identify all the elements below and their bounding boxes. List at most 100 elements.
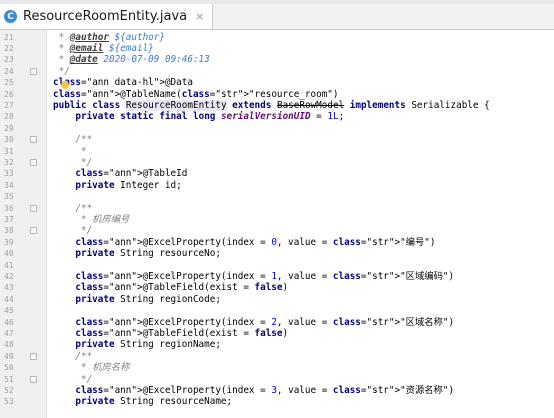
code-text: private String resourceNo; [75, 248, 221, 260]
line-number: 49 [4, 351, 14, 361]
code-line[interactable]: 42 class="ann">@ExcelProperty(index = 1,… [0, 271, 554, 283]
code-line[interactable]: 33 class="ann">@TableId [0, 168, 554, 180]
code-text: */ [53, 373, 93, 385]
line-number: 31 [4, 146, 14, 156]
code-line[interactable]: 44 private String regionCode; [0, 294, 554, 306]
line-number: 44 [4, 294, 14, 304]
code-line[interactable]: 43 class="ann">@TableField(exist = false… [0, 282, 554, 294]
java-class-icon: C [4, 10, 17, 23]
editor-tab-bar: C ResourceRoomEntity.java × [0, 4, 554, 30]
code-text: public class ResourceRoomEntity extends … [53, 99, 490, 111]
tab-resource-room-entity[interactable]: C ResourceRoomEntity.java × [0, 4, 214, 29]
fold-toggle-icon[interactable] [30, 204, 37, 212]
line-number: 28 [4, 112, 14, 122]
code-line[interactable]: 41 [0, 260, 554, 272]
fold-toggle-icon[interactable] [30, 352, 37, 360]
line-number: 42 [4, 271, 14, 281]
code-line[interactable]: 22 * @email ${email} [0, 43, 554, 55]
code-line[interactable]: 52 class="ann">@ExcelProperty(index = 3,… [0, 385, 554, 397]
code-line[interactable]: 23 * @date 2020-07-09 09:46:13 [0, 54, 554, 66]
line-number: 25 [4, 78, 14, 88]
code-text: */ [53, 156, 93, 168]
line-number: 33 [4, 169, 14, 179]
code-text: private String resourceName; [75, 396, 233, 408]
line-number: 39 [4, 237, 14, 247]
code-text: private String regionName; [75, 339, 221, 351]
code-line[interactable]: 50 * 机房名称 [0, 362, 554, 374]
code-line[interactable]: 40 private String resourceNo; [0, 248, 554, 260]
code-line[interactable]: 35 [0, 191, 554, 203]
line-number: 53 [4, 397, 14, 407]
code-line[interactable]: 29 [0, 123, 554, 135]
line-number: 24 [4, 66, 14, 76]
code-text: class="ann">@ExcelProperty(index = 3, va… [75, 384, 455, 396]
code-text: /** [53, 350, 93, 362]
code-line[interactable]: 49 /** [0, 351, 554, 363]
fold-toggle-icon[interactable] [30, 158, 37, 166]
line-number: 21 [4, 32, 14, 42]
fold-toggle-icon[interactable] [30, 67, 37, 75]
code-line[interactable]: 38 */ [0, 225, 554, 237]
line-number: 32 [4, 157, 14, 167]
line-number: 36 [4, 203, 14, 213]
code-line[interactable]: 31 * [0, 146, 554, 158]
code-text: */ [53, 65, 70, 77]
code-text: * @author ${author} [53, 31, 165, 43]
code-line[interactable]: 30 /** [0, 134, 554, 146]
code-line[interactable]: 39 class="ann">@ExcelProperty(index = 0,… [0, 237, 554, 249]
code-text: /** [53, 134, 93, 146]
code-text: * [53, 145, 87, 157]
line-number: 47 [4, 328, 14, 338]
line-number: 50 [4, 363, 14, 373]
close-icon[interactable]: × [195, 10, 204, 23]
code-line[interactable]: 37 * 机房编号 [0, 214, 554, 226]
line-number: 27 [4, 100, 14, 110]
line-number: 45 [4, 306, 14, 316]
line-number: 52 [4, 385, 14, 395]
line-number: 29 [4, 123, 14, 133]
line-number: 38 [4, 226, 14, 236]
code-line[interactable]: 24 */ [0, 66, 554, 78]
code-line[interactable]: 26 class="ann">@TableName(class="str">"re… [0, 89, 554, 101]
code-line[interactable]: 53 private String resourceName; [0, 396, 554, 408]
code-text: * @email ${email} [53, 42, 154, 54]
code-line[interactable]: 34 private Integer id; [0, 180, 554, 192]
line-number: 37 [4, 214, 14, 224]
code-text: class="ann">@TableField(exist = false) [75, 327, 289, 339]
code-line[interactable]: 25 class="ann data-hl">@Data [0, 77, 554, 89]
code-line[interactable]: 27 public class ResourceRoomEntity extend… [0, 99, 554, 112]
line-number: 35 [4, 192, 14, 202]
code-line[interactable]: 21 * @author ${author} [0, 32, 554, 44]
line-number: 30 [4, 135, 14, 145]
code-text: /** [53, 202, 93, 214]
code-text: class="ann">@TableName(class="str">"reso… [53, 88, 339, 100]
fold-toggle-icon[interactable] [30, 375, 37, 383]
line-number: 43 [4, 283, 14, 293]
code-text: class="ann">@ExcelProperty(index = 2, va… [75, 316, 455, 328]
code-line[interactable]: 45 [0, 305, 554, 317]
code-text: * @date 2020-07-09 09:46:13 [53, 54, 210, 66]
line-number: 22 [4, 43, 14, 53]
code-text: private static final long serialVersionU… [75, 111, 345, 123]
line-number: 48 [4, 340, 14, 350]
code-text: class="ann">@ExcelProperty(index = 0, va… [75, 236, 436, 248]
fold-toggle-icon[interactable] [30, 136, 37, 144]
code-text: private Integer id; [75, 179, 182, 191]
intention-bulb-icon[interactable] [61, 81, 69, 89]
code-line[interactable]: 36 /** [0, 203, 554, 215]
line-number: 26 [4, 89, 14, 99]
fold-toggle-icon[interactable] [30, 227, 37, 235]
line-number: 40 [4, 249, 14, 259]
code-line[interactable]: 48 private String regionName; [0, 339, 554, 351]
code-line[interactable]: 28 private static final long serialVersi… [0, 111, 554, 123]
code-text: */ [53, 225, 93, 237]
code-text: class="ann">@TableField(exist = false) [75, 282, 289, 294]
code-line[interactable]: 46 class="ann">@ExcelProperty(index = 2,… [0, 317, 554, 329]
code-line[interactable]: 47 class="ann">@TableField(exist = false… [0, 328, 554, 340]
code-line[interactable]: 51 */ [0, 374, 554, 386]
line-number: 41 [4, 260, 14, 270]
line-number: 51 [4, 374, 14, 384]
code-line[interactable]: 32 */ [0, 157, 554, 169]
code-editor[interactable]: 21 * @author ${author} 22 * @email ${emai… [0, 30, 554, 418]
tab-title: ResourceRoomEntity.java [23, 9, 188, 24]
